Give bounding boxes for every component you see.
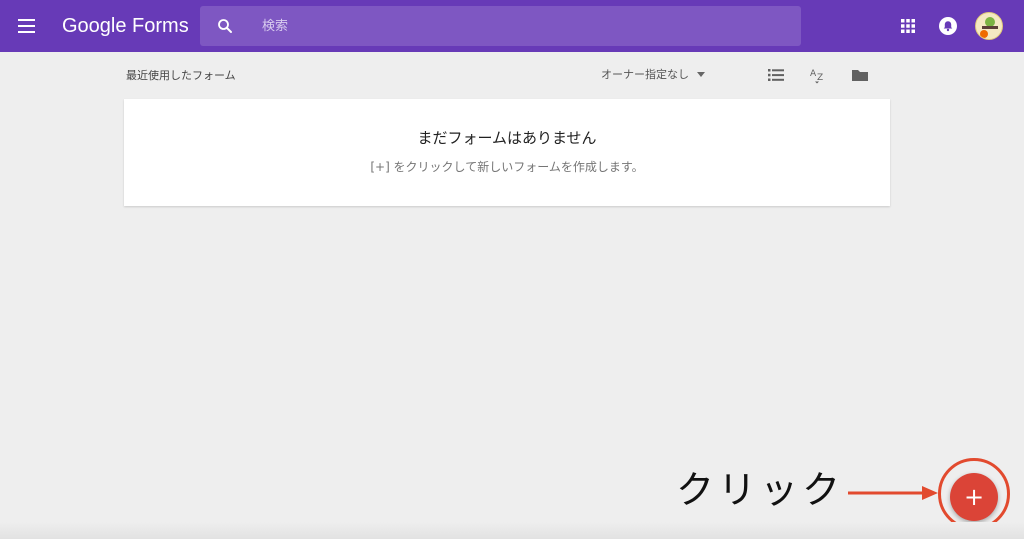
app-logo[interactable]: Google Forms xyxy=(62,14,189,38)
recent-forms-title: 最近使用したフォーム xyxy=(126,69,236,82)
folder-icon[interactable] xyxy=(851,66,869,84)
apps-grid-icon[interactable] xyxy=(900,18,916,34)
bottom-shade xyxy=(0,522,1024,539)
top-app-bar: Google Forms xyxy=(0,0,1024,52)
sort-az-icon[interactable]: A Z xyxy=(808,66,826,84)
dropdown-arrow-icon xyxy=(697,71,705,77)
empty-state-hint: [+] をクリックして新しいフォームを作成します。 xyxy=(370,160,644,174)
notifications-bell-icon[interactable] xyxy=(938,16,958,36)
empty-state-title: まだフォームはありません xyxy=(417,129,597,147)
annotation-arrow-icon xyxy=(848,486,938,500)
svg-text:A: A xyxy=(810,69,817,79)
owner-filter-label: オーナー指定なし xyxy=(601,68,689,81)
search-input[interactable] xyxy=(262,6,782,46)
search-icon xyxy=(218,19,232,33)
search-bar[interactable] xyxy=(200,6,801,46)
create-form-button[interactable]: + xyxy=(950,473,998,521)
avatar-image xyxy=(980,17,998,38)
list-view-icon[interactable] xyxy=(767,66,785,84)
menu-icon xyxy=(17,19,35,21)
main-menu-button[interactable] xyxy=(14,14,38,38)
click-annotation: クリック xyxy=(676,468,845,512)
avatar[interactable] xyxy=(975,12,1003,40)
empty-state-card: まだフォームはありません [+] をクリックして新しいフォームを作成します。 xyxy=(124,99,890,206)
owner-filter-dropdown[interactable]: オーナー指定なし xyxy=(601,66,705,82)
